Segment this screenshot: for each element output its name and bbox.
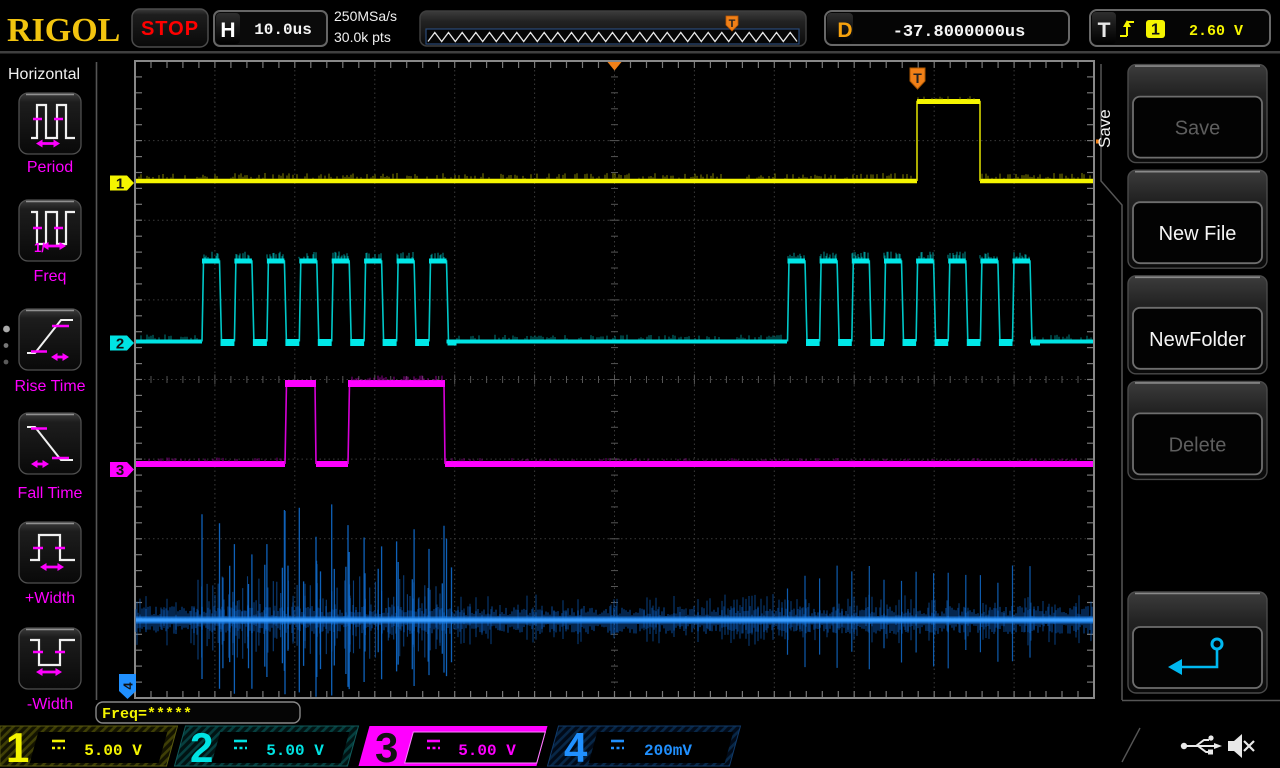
svg-text:Delete: Delete bbox=[1169, 434, 1227, 456]
svg-text:10.0us: 10.0us bbox=[254, 21, 312, 39]
svg-text:T: T bbox=[729, 18, 736, 30]
svg-text:Freq: Freq bbox=[34, 268, 67, 285]
svg-text:+Width: +Width bbox=[25, 590, 75, 607]
svg-text:4: 4 bbox=[564, 724, 588, 768]
svg-text:2: 2 bbox=[116, 336, 124, 353]
svg-text:5.00 V: 5.00 V bbox=[458, 742, 516, 760]
svg-text:Save: Save bbox=[1095, 109, 1114, 148]
svg-text:-37.8000000us: -37.8000000us bbox=[893, 23, 1026, 42]
svg-text:T: T bbox=[913, 70, 922, 86]
svg-text:1: 1 bbox=[6, 724, 29, 768]
svg-text:3: 3 bbox=[375, 724, 398, 768]
svg-text:Rise Time: Rise Time bbox=[14, 378, 85, 395]
svg-text:Freq=*****: Freq=***** bbox=[102, 706, 192, 723]
svg-text:STOP: STOP bbox=[141, 18, 199, 40]
svg-text:1/: 1/ bbox=[34, 240, 45, 255]
svg-text:Period: Period bbox=[27, 159, 73, 176]
svg-text:30.0k pts: 30.0k pts bbox=[334, 29, 391, 45]
svg-text:2: 2 bbox=[190, 724, 213, 768]
svg-text:Save: Save bbox=[1175, 118, 1221, 140]
svg-text:-Width: -Width bbox=[27, 696, 73, 713]
svg-text:4: 4 bbox=[121, 682, 136, 690]
svg-text:200mV: 200mV bbox=[644, 742, 692, 760]
svg-text:H: H bbox=[220, 19, 235, 42]
svg-text:5.00 V: 5.00 V bbox=[266, 742, 324, 760]
svg-text:3: 3 bbox=[116, 462, 124, 479]
svg-text:1: 1 bbox=[116, 176, 124, 193]
svg-text:2.60 V: 2.60 V bbox=[1189, 23, 1243, 40]
svg-text:T: T bbox=[1098, 19, 1111, 42]
svg-text:Horizontal: Horizontal bbox=[8, 66, 80, 83]
svg-text:Fall Time: Fall Time bbox=[18, 485, 83, 502]
svg-text:250MSa/s: 250MSa/s bbox=[334, 8, 397, 24]
svg-text:NewFolder: NewFolder bbox=[1149, 329, 1246, 351]
svg-text:1: 1 bbox=[1151, 22, 1160, 39]
svg-text:5.00 V: 5.00 V bbox=[84, 742, 142, 760]
svg-text:New File: New File bbox=[1159, 223, 1237, 245]
svg-text:RIGOL: RIGOL bbox=[7, 12, 120, 49]
svg-text:D: D bbox=[837, 19, 852, 42]
